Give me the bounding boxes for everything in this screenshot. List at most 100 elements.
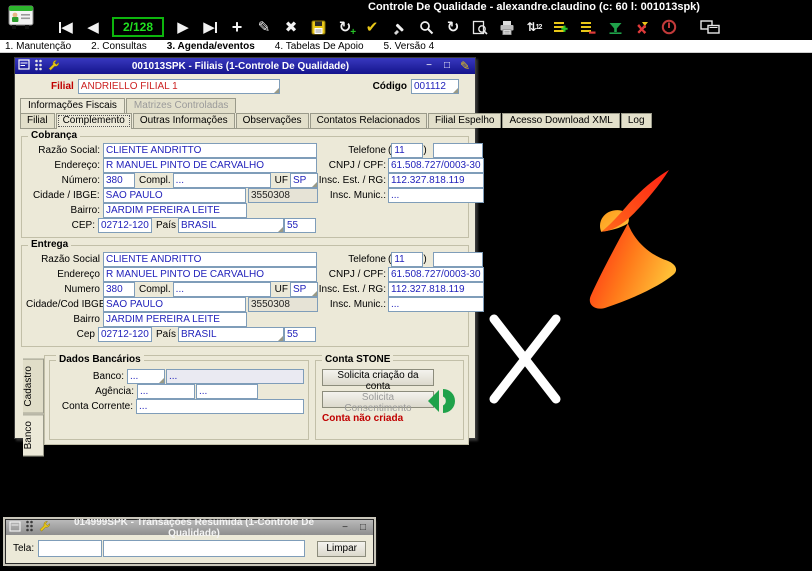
bairro-input[interactable] (103, 312, 247, 327)
insc-est-input[interactable] (388, 282, 484, 297)
wrench-icon[interactable] (38, 520, 50, 535)
tab-informacoes-fiscais[interactable]: Informações Fiscais (20, 98, 125, 113)
tab-banco[interactable]: Banco (23, 413, 44, 456)
tab-outras-informacoes[interactable]: Outras Informações (132, 113, 235, 128)
numero-input[interactable] (102, 282, 135, 297)
insc-mun-input[interactable] (388, 297, 484, 312)
wrench-icon[interactable] (47, 59, 59, 74)
tela-desc-input[interactable] (103, 540, 306, 557)
first-record-icon[interactable]: ◀ (56, 16, 76, 38)
ddd-input[interactable] (391, 143, 424, 158)
menu-item-versao-4[interactable]: 5. Versão 4 (384, 41, 435, 52)
grid-add-icon[interactable] (551, 16, 571, 38)
cep-input[interactable] (97, 327, 152, 342)
tab-filial-espelho[interactable]: Filial Espelho (427, 113, 502, 128)
last-record-icon[interactable]: ▶ (200, 16, 220, 38)
sort-icon[interactable]: ⇅ 12 (524, 16, 544, 38)
codigo-label: Código (372, 80, 407, 92)
banco-nome-input[interactable] (166, 369, 304, 384)
maximize-icon[interactable]: □ (440, 59, 454, 73)
filiais-titlebar[interactable]: 001013SPK - Filiais (1-Controle De Quali… (15, 58, 475, 74)
compl-label: Compl. (138, 284, 171, 295)
limpar-button[interactable]: Limpar (317, 540, 366, 557)
cnpj-input[interactable] (388, 267, 484, 282)
contact-card-icon[interactable] (6, 3, 36, 34)
tela-code-input[interactable] (38, 540, 103, 557)
solicita-criacao-button[interactable]: Solicita criação da conta (322, 369, 434, 392)
numero-input[interactable] (102, 173, 135, 188)
razao-social-input[interactable] (103, 252, 317, 267)
pais-input[interactable] (178, 327, 284, 342)
next-record-icon[interactable]: ▶ (173, 16, 193, 38)
tab-contatos-relacionados[interactable]: Contatos Relacionados (309, 113, 427, 128)
refresh-icon[interactable]: ↻ (443, 16, 463, 38)
grid-remove-icon[interactable] (578, 16, 598, 38)
filter-clear-icon[interactable] (632, 16, 652, 38)
transacoes-body: Tela: Limpar (6, 535, 373, 562)
endereco-input[interactable] (103, 267, 317, 282)
endereco-input[interactable] (103, 158, 317, 173)
dados-bancarios-group: Dados Bancários Banco: Agência: Conta Co… (49, 354, 309, 440)
cep-input[interactable] (97, 218, 152, 233)
tab-cadastro[interactable]: Cadastro (23, 359, 44, 414)
filter-icon[interactable] (605, 16, 625, 38)
maximize-icon[interactable]: □ (356, 521, 370, 535)
add-icon[interactable]: + (227, 16, 247, 38)
razao-social-input[interactable] (103, 143, 317, 158)
pais-cod-input[interactable] (284, 218, 316, 233)
agencia-dv-input[interactable] (196, 384, 258, 399)
lookup-icon[interactable] (273, 87, 279, 93)
menu-item-tabelas-de-apoio[interactable]: 4. Tabelas De Apoio (275, 41, 364, 52)
previous-record-icon[interactable]: ◀ (83, 16, 103, 38)
menubar: 1. Manutenção 2. Consultas 3. Agenda/eve… (0, 40, 812, 53)
telefone-input[interactable] (432, 252, 483, 267)
transacoes-titlebar[interactable]: 014999SPK - Transações Resumida (1-Contr… (6, 517, 373, 539)
compl-input[interactable] (172, 282, 271, 297)
tab-log[interactable]: Log (620, 113, 652, 128)
menu-item-manutencao[interactable]: 1. Manutenção (5, 41, 71, 52)
cidade-input[interactable] (103, 297, 246, 312)
telefone-input[interactable] (432, 143, 483, 158)
minimize-icon[interactable]: − (338, 521, 352, 535)
lookup-icon[interactable] (312, 182, 318, 187)
compl-input[interactable] (172, 173, 271, 188)
lookup-icon[interactable] (312, 291, 318, 296)
filial-input[interactable] (77, 78, 280, 94)
brush-icon[interactable] (389, 16, 409, 38)
insc-est-input[interactable] (388, 173, 484, 188)
minimize-icon[interactable]: − (422, 59, 436, 73)
lookup-icon[interactable] (278, 336, 283, 341)
preview-icon[interactable] (470, 16, 490, 38)
edit-pencil-icon[interactable]: ✎ (458, 59, 472, 73)
pais-input[interactable] (178, 218, 284, 233)
tab-complemento[interactable]: Complemento (55, 113, 132, 129)
tab-filial[interactable]: Filial (20, 113, 55, 128)
ddd-input[interactable] (391, 252, 424, 267)
save-new-icon[interactable]: ↻ + (335, 16, 356, 38)
menu-item-agenda-eventos[interactable]: 3. Agenda/eventos (167, 41, 255, 52)
codigo-input[interactable] (411, 78, 459, 94)
tab-acesso-download-xml[interactable]: Acesso Download XML (502, 113, 620, 128)
cidade-input[interactable] (102, 188, 246, 203)
lookup-icon[interactable] (453, 87, 458, 93)
pais-cod-input[interactable] (284, 327, 316, 342)
menu-item-consultas[interactable]: 2. Consultas (91, 41, 147, 52)
confirm-icon[interactable]: ✔ (362, 16, 382, 38)
lookup-icon[interactable] (159, 378, 164, 383)
dados-bancarios-title: Dados Bancários (56, 354, 144, 365)
delete-icon[interactable]: ✖ (281, 16, 301, 38)
conta-corrente-input[interactable] (136, 399, 304, 414)
filiais-window: 001013SPK - Filiais (1-Controle De Quali… (14, 57, 652, 456)
tab-observacoes[interactable]: Observações (235, 113, 309, 128)
print-icon[interactable] (497, 16, 517, 38)
edit-icon[interactable]: ✎ (254, 16, 274, 38)
search-icon[interactable] (416, 16, 436, 38)
exit-icon[interactable] (659, 16, 679, 38)
lookup-icon[interactable] (278, 227, 283, 232)
save-icon[interactable] (308, 16, 328, 38)
cnpj-input[interactable] (388, 158, 484, 173)
agencia-cod-input[interactable] (137, 384, 195, 399)
windows-icon[interactable] (700, 16, 720, 38)
insc-mun-input[interactable] (388, 188, 484, 203)
bairro-input[interactable] (103, 203, 247, 218)
